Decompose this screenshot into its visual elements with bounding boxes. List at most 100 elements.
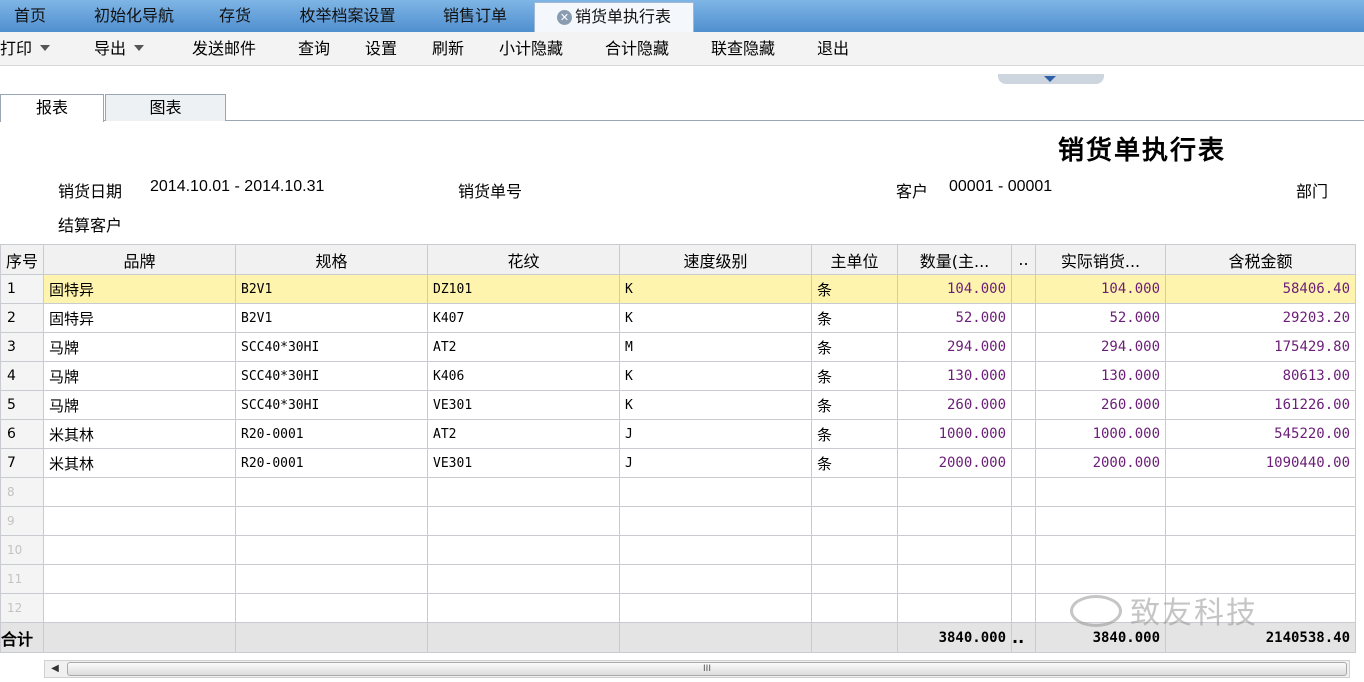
cell-spec[interactable]: R20-0001 bbox=[235, 448, 429, 478]
table-row[interactable]: 5 马牌 SCC40*30HI VE301 K 条 260.000 260.000 161226… bbox=[0, 390, 1357, 420]
cell-unit[interactable]: 条 bbox=[811, 361, 899, 391]
cell-seq[interactable]: 12 bbox=[0, 593, 45, 623]
hide-total-button[interactable]: 合计隐藏 bbox=[605, 32, 669, 66]
cell-spec[interactable]: B2V1 bbox=[235, 303, 429, 333]
cell-spec[interactable]: SCC40*30HI bbox=[235, 390, 429, 420]
table-row[interactable]: 3 马牌 SCC40*30HI AT2 M 条 294.000 294.000 175429.8… bbox=[0, 332, 1357, 362]
cell-pattern[interactable]: VE301 bbox=[427, 390, 621, 420]
cell-speed[interactable]: J bbox=[619, 448, 813, 478]
cell-seq[interactable]: 3 bbox=[0, 332, 45, 362]
cell-empty[interactable] bbox=[1011, 564, 1037, 594]
col-header-gap[interactable]: .. bbox=[1011, 244, 1037, 275]
cell-empty[interactable] bbox=[427, 535, 621, 565]
cell-brand[interactable]: 固特异 bbox=[43, 303, 237, 333]
cell-empty[interactable] bbox=[1011, 593, 1037, 623]
cell-empty[interactable] bbox=[897, 535, 1013, 565]
cell-brand[interactable]: 马牌 bbox=[43, 390, 237, 420]
cell-brand[interactable]: 固特异 bbox=[43, 274, 237, 304]
cell-pattern[interactable]: DZ101 bbox=[427, 274, 621, 304]
cell-empty[interactable] bbox=[43, 477, 237, 507]
cell-unit[interactable]: 条 bbox=[811, 332, 899, 362]
col-header-speed[interactable]: 速度级别 bbox=[619, 244, 813, 275]
cell-actual[interactable]: 104.000 bbox=[1035, 274, 1167, 304]
cell-actual[interactable]: 130.000 bbox=[1035, 361, 1167, 391]
cell-empty[interactable] bbox=[427, 506, 621, 536]
col-header-actual[interactable]: 实际销货... bbox=[1035, 244, 1167, 275]
cell-brand[interactable]: 米其林 bbox=[43, 419, 237, 449]
cell-empty[interactable] bbox=[43, 593, 237, 623]
cell-spec[interactable]: B2V1 bbox=[235, 274, 429, 304]
table-row[interactable]: 4 马牌 SCC40*30HI K406 K 条 130.000 130.000 80613.0… bbox=[0, 361, 1357, 391]
cell-empty[interactable] bbox=[235, 477, 429, 507]
table-row[interactable]: 8 bbox=[0, 477, 1357, 507]
cell-actual[interactable]: 2000.000 bbox=[1035, 448, 1167, 478]
cell-qty[interactable]: 294.000 bbox=[897, 332, 1013, 362]
cell-unit[interactable]: 条 bbox=[811, 390, 899, 420]
table-row[interactable]: 9 bbox=[0, 506, 1357, 536]
cell-empty[interactable] bbox=[897, 506, 1013, 536]
cell-unit[interactable]: 条 bbox=[811, 448, 899, 478]
cell-empty[interactable] bbox=[235, 593, 429, 623]
cell-brand[interactable]: 马牌 bbox=[43, 332, 237, 362]
cell-empty[interactable] bbox=[1035, 477, 1167, 507]
cell-qty[interactable]: 1000.000 bbox=[897, 419, 1013, 449]
scrollbar-thumb[interactable]: III bbox=[67, 662, 1347, 676]
cell-speed[interactable]: K bbox=[619, 303, 813, 333]
cell-empty[interactable] bbox=[811, 477, 899, 507]
cell-brand[interactable]: 米其林 bbox=[43, 448, 237, 478]
cell-qty[interactable]: 52.000 bbox=[897, 303, 1013, 333]
cell-gap[interactable] bbox=[1011, 419, 1037, 449]
cell-amount[interactable]: 1090440.00 bbox=[1165, 448, 1357, 478]
cell-empty[interactable] bbox=[811, 593, 899, 623]
cell-empty[interactable] bbox=[235, 564, 429, 594]
cell-empty[interactable] bbox=[235, 535, 429, 565]
cell-seq[interactable]: 4 bbox=[0, 361, 45, 391]
cell-empty[interactable] bbox=[1011, 506, 1037, 536]
cell-seq[interactable]: 5 bbox=[0, 390, 45, 420]
cell-empty[interactable] bbox=[43, 506, 237, 536]
cell-empty[interactable] bbox=[43, 564, 237, 594]
cell-speed[interactable]: K bbox=[619, 274, 813, 304]
cell-gap[interactable] bbox=[1011, 332, 1037, 362]
cell-amount[interactable]: 175429.80 bbox=[1165, 332, 1357, 362]
cell-unit[interactable]: 条 bbox=[811, 274, 899, 304]
cell-seq[interactable]: 2 bbox=[0, 303, 45, 333]
cell-unit[interactable]: 条 bbox=[811, 419, 899, 449]
cell-empty[interactable] bbox=[427, 564, 621, 594]
cell-empty[interactable] bbox=[1011, 477, 1037, 507]
refresh-button[interactable]: 刷新 bbox=[432, 32, 464, 66]
arrow-left-icon[interactable]: ◀ bbox=[47, 663, 63, 675]
cell-empty[interactable] bbox=[619, 564, 813, 594]
cell-qty[interactable]: 260.000 bbox=[897, 390, 1013, 420]
cell-actual[interactable]: 260.000 bbox=[1035, 390, 1167, 420]
cell-spec[interactable]: R20-0001 bbox=[235, 419, 429, 449]
cell-seq[interactable]: 6 bbox=[0, 419, 45, 449]
cell-pattern[interactable]: K406 bbox=[427, 361, 621, 391]
col-header-seq[interactable]: 序号 bbox=[0, 244, 45, 275]
cell-gap[interactable] bbox=[1011, 303, 1037, 333]
cell-empty[interactable] bbox=[1035, 535, 1167, 565]
collapse-handle[interactable] bbox=[998, 74, 1104, 84]
cell-qty[interactable]: 104.000 bbox=[897, 274, 1013, 304]
cell-empty[interactable] bbox=[427, 477, 621, 507]
cell-empty[interactable] bbox=[897, 593, 1013, 623]
cell-actual[interactable]: 52.000 bbox=[1035, 303, 1167, 333]
cell-amount[interactable]: 161226.00 bbox=[1165, 390, 1357, 420]
cell-actual[interactable]: 1000.000 bbox=[1035, 419, 1167, 449]
tab-home[interactable]: 首页 bbox=[4, 0, 56, 32]
table-row[interactable]: 1 固特异 B2V1 DZ101 K 条 104.000 104.000 58406.40 bbox=[0, 274, 1357, 304]
cell-empty[interactable] bbox=[1035, 506, 1167, 536]
cell-pattern[interactable]: AT2 bbox=[427, 419, 621, 449]
cell-seq[interactable]: 11 bbox=[0, 564, 45, 594]
cell-amount[interactable]: 545220.00 bbox=[1165, 419, 1357, 449]
cell-speed[interactable]: K bbox=[619, 361, 813, 391]
export-button[interactable]: 导出 bbox=[94, 32, 145, 66]
cell-empty[interactable] bbox=[619, 535, 813, 565]
cell-speed[interactable]: J bbox=[619, 419, 813, 449]
hide-subtotal-button[interactable]: 小计隐藏 bbox=[499, 32, 563, 66]
cell-seq[interactable]: 9 bbox=[0, 506, 45, 536]
table-row[interactable]: 10 bbox=[0, 535, 1357, 565]
cell-empty[interactable] bbox=[619, 593, 813, 623]
cell-gap[interactable] bbox=[1011, 274, 1037, 304]
cell-pattern[interactable]: AT2 bbox=[427, 332, 621, 362]
